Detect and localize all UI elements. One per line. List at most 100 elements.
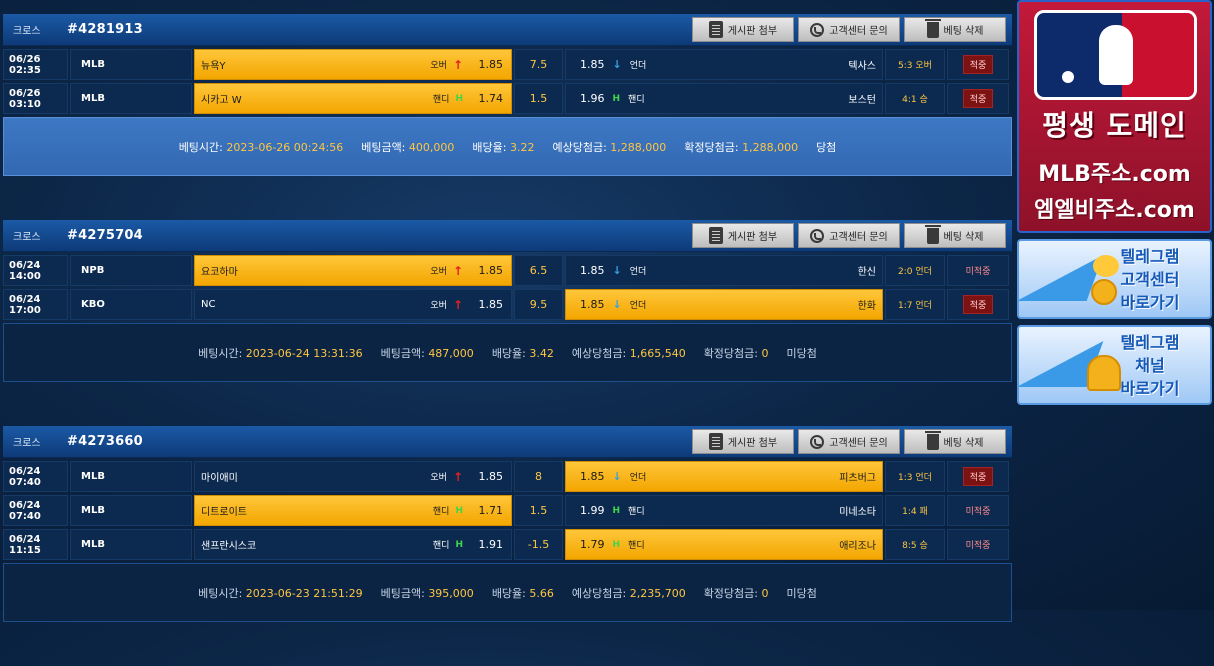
away-pick[interactable]: 1.96 H 핸디 보스턴 bbox=[565, 83, 883, 114]
handicap-icon: H bbox=[612, 93, 621, 104]
phone-icon bbox=[810, 434, 825, 449]
banner-domain-2: 엠엘비주소.com bbox=[1034, 198, 1195, 223]
bet-odds: 배당율: 5.66 bbox=[491, 586, 554, 600]
support-inquiry-button[interactable]: 고객센터 문의 bbox=[798, 429, 900, 454]
support-inquiry-label: 고객센터 문의 bbox=[829, 438, 888, 449]
home-pick[interactable]: NC 오버 ↑ 1.85 bbox=[194, 289, 512, 320]
away-team: 한화 bbox=[857, 301, 876, 312]
support-inquiry-button[interactable]: 고객센터 문의 bbox=[798, 17, 900, 42]
bet-header: 크로스 #4273660 게시판 첨부 고객센터 문의 베팅 삭제 bbox=[3, 426, 1012, 458]
home-odd: 1.91 bbox=[478, 538, 504, 551]
home-pick[interactable]: 디트로이트 핸디 H 1.71 bbox=[194, 495, 512, 526]
bet-card: 크로스 #4273660 게시판 첨부 고객센터 문의 베팅 삭제 06/24 … bbox=[3, 426, 1012, 622]
game-date: 06/24 07:40 bbox=[3, 461, 68, 492]
game-date: 06/26 03:10 bbox=[3, 83, 68, 114]
status-badge: 미적중 bbox=[965, 267, 991, 277]
away-odd: 1.85 bbox=[580, 264, 605, 277]
league: MLB bbox=[70, 529, 192, 560]
telegram-channel-banner[interactable]: 텔레그램 채널 바로가기 bbox=[1017, 325, 1212, 405]
home-odd: 1.71 bbox=[478, 504, 504, 517]
telegram-support-banner[interactable]: 텔레그램 고객센터 바로가기 bbox=[1017, 239, 1212, 319]
away-odd: 1.99 bbox=[580, 504, 605, 517]
bet-summary: 베팅시간: 2023-06-26 00:24:56 베팅금액: 400,000 … bbox=[3, 117, 1012, 176]
bet-history-list: 크로스 #4281913 게시판 첨부 고객센터 문의 베팅 삭제 06/26 … bbox=[3, 14, 1012, 666]
away-odd: 1.96 bbox=[580, 92, 605, 105]
home-pick[interactable]: 시카고 W 핸디 H 1.74 bbox=[194, 83, 512, 114]
bet-row: 06/24 07:40 MLB 디트로이트 핸디 H 1.71 1.5 1.99 H 핸… bbox=[3, 495, 1012, 526]
delete-bet-button[interactable]: 베팅 삭제 bbox=[904, 223, 1006, 248]
delete-bet-label: 베팅 삭제 bbox=[943, 232, 984, 243]
bet-row: 06/24 11:15 MLB 샌프란시스코 핸디 H 1.91 -1.5 1.79… bbox=[3, 529, 1012, 560]
score: 5:3 오버 bbox=[885, 49, 945, 80]
home-pick[interactable]: 요코하마 오버 ↑ 1.85 bbox=[194, 255, 512, 286]
tg-support-line3: 바로가기 bbox=[1120, 293, 1180, 312]
handicap-icon: H bbox=[455, 539, 463, 550]
line-value: 8 bbox=[514, 461, 563, 492]
league: MLB bbox=[70, 49, 192, 80]
home-odd: 1.74 bbox=[478, 92, 504, 105]
expected-win: 예상당첨금: 1,288,000 bbox=[552, 140, 667, 154]
tg-channel-line2: 채널 bbox=[1135, 356, 1165, 375]
support-inquiry-label: 고객센터 문의 bbox=[829, 232, 888, 243]
attach-board-button[interactable]: 게시판 첨부 bbox=[692, 429, 794, 454]
away-team: 보스턴 bbox=[848, 95, 876, 106]
bet-row: 06/24 07:40 MLB 마이애미 오버 ↑ 1.85 8 1.85 ↓ 언더 피… bbox=[3, 461, 1012, 492]
expected-win: 예상당첨금: 1,665,540 bbox=[571, 346, 686, 360]
away-odd: 1.85 bbox=[580, 470, 605, 483]
away-pick[interactable]: 1.99 H 핸디 미네소타 bbox=[565, 495, 883, 526]
phone-icon bbox=[810, 228, 825, 243]
tg-support-line1: 텔레그램 bbox=[1120, 247, 1180, 266]
delete-bet-button[interactable]: 베팅 삭제 bbox=[904, 17, 1006, 42]
mlb-domain-banner[interactable]: 평생 도메인 MLB주소.com 엠엘비주소.com bbox=[1017, 0, 1212, 233]
home-pick[interactable]: 샌프란시스코 핸디 H 1.91 bbox=[194, 529, 512, 560]
bet-time: 베팅시간: 2023-06-24 13:31:36 bbox=[198, 346, 363, 360]
line-value: 9.5 bbox=[514, 289, 563, 320]
arrow-down-icon: ↓ bbox=[612, 298, 622, 311]
home-team: NC bbox=[201, 299, 216, 310]
bet-header: 크로스 #4275704 게시판 첨부 고객센터 문의 베팅 삭제 bbox=[3, 220, 1012, 252]
bet-odds: 배당율: 3.42 bbox=[491, 346, 554, 360]
attach-board-button[interactable]: 게시판 첨부 bbox=[692, 223, 794, 248]
confirmed-win: 확정당첨금: 1,288,000 bbox=[684, 140, 799, 154]
league: MLB bbox=[70, 461, 192, 492]
away-pick[interactable]: 1.85 ↓ 언더 텍사스 bbox=[565, 49, 883, 80]
trash-icon bbox=[924, 430, 941, 450]
bet-id: #4275704 bbox=[67, 228, 143, 243]
away-pick[interactable]: 1.85 ↓ 언더 한화 bbox=[565, 289, 883, 320]
arrow-up-icon: ↑ bbox=[452, 297, 463, 312]
home-tag: 오버 bbox=[430, 267, 447, 277]
trash-icon bbox=[924, 18, 941, 38]
bet-result: 당첨 bbox=[816, 140, 837, 154]
banner-domain-1: MLB주소.com bbox=[1038, 162, 1191, 187]
attach-board-button[interactable]: 게시판 첨부 bbox=[692, 17, 794, 42]
support-inquiry-button[interactable]: 고객센터 문의 bbox=[798, 223, 900, 248]
status-badge: 미적중 bbox=[965, 507, 991, 517]
away-pick[interactable]: 1.79 H 핸디 애리조나 bbox=[565, 529, 883, 560]
league: MLB bbox=[70, 83, 192, 114]
away-pick[interactable]: 1.85 ↓ 언더 한신 bbox=[565, 255, 883, 286]
away-pick[interactable]: 1.85 ↓ 언더 피츠버그 bbox=[565, 461, 883, 492]
bet-time: 베팅시간: 2023-06-26 00:24:56 bbox=[178, 140, 344, 154]
sidebar-ads: 평생 도메인 MLB주소.com 엠엘비주소.com 텔레그램 고객센터 바로가… bbox=[1017, 0, 1212, 405]
home-odd: 1.85 bbox=[478, 298, 504, 311]
confirmed-win: 확정당첨금: 0 bbox=[703, 586, 769, 600]
status-badge: 적중 bbox=[962, 467, 994, 486]
home-odd: 1.85 bbox=[478, 264, 504, 277]
home-tag: 오버 bbox=[430, 61, 447, 71]
bet-amount: 베팅금액: 395,000 bbox=[380, 586, 474, 600]
away-tag: 핸디 bbox=[628, 541, 645, 551]
tg-support-line2: 고객센터 bbox=[1120, 270, 1180, 289]
bet-row: 06/24 17:00 KBO NC 오버 ↑ 1.85 9.5 1.85 ↓ 언더 한… bbox=[3, 289, 1012, 320]
score: 1:4 패 bbox=[885, 495, 945, 526]
bet-result: 미당첨 bbox=[786, 346, 817, 360]
away-odd: 1.79 bbox=[580, 538, 605, 551]
phone-icon bbox=[810, 22, 825, 37]
delete-bet-button[interactable]: 베팅 삭제 bbox=[904, 429, 1006, 454]
bet-card: 크로스 #4275704 게시판 첨부 고객센터 문의 베팅 삭제 06/24 … bbox=[3, 220, 1012, 382]
away-team: 한신 bbox=[857, 267, 876, 278]
bet-id: #4281913 bbox=[67, 22, 143, 37]
home-pick[interactable]: 마이애미 오버 ↑ 1.85 bbox=[194, 461, 512, 492]
league: KBO bbox=[70, 289, 192, 320]
home-pick[interactable]: 뉴욕Y 오버 ↑ 1.85 bbox=[194, 49, 512, 80]
line-value: 6.5 bbox=[514, 255, 563, 286]
